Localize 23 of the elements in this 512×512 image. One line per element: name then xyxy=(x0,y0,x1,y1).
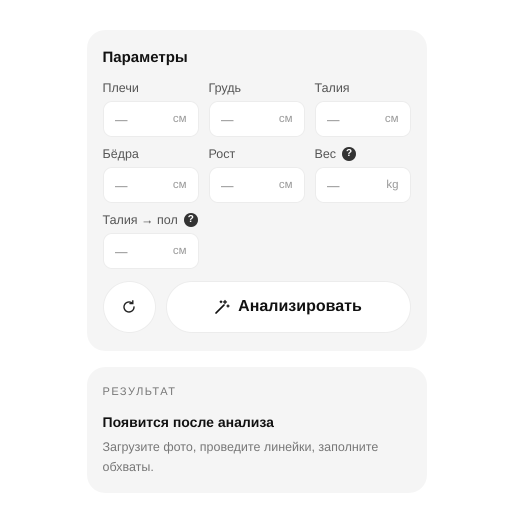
unit-label: см xyxy=(384,112,398,126)
field-label: Талия → пол xyxy=(102,212,178,226)
analyze-button[interactable]: Анализировать xyxy=(166,281,410,333)
field-label: Бёдра xyxy=(102,146,139,160)
help-icon[interactable]: ? xyxy=(184,212,198,226)
unit-label: см xyxy=(278,178,292,192)
section-title: Параметры xyxy=(102,48,189,68)
result-title: Появится после анализа xyxy=(102,413,275,431)
magic-wand-icon xyxy=(214,299,230,315)
unit-label: kg xyxy=(386,178,398,192)
refresh-icon xyxy=(121,299,137,315)
field-label: Вес xyxy=(314,146,336,160)
field-label: Грудь xyxy=(208,80,242,94)
field-label: Талия xyxy=(314,80,350,94)
unit-label: см xyxy=(172,112,186,126)
unit-label: см xyxy=(172,244,186,258)
unit-label: см xyxy=(278,112,292,126)
field-label: Плечи xyxy=(102,80,139,94)
field-label: Рост xyxy=(208,146,236,160)
help-icon[interactable]: ? xyxy=(342,146,356,160)
result-description: Загрузите фото, проведите линейки, заполните обхваты. xyxy=(102,439,380,476)
section-heading: РЕЗУЛЬТАТ xyxy=(102,385,178,399)
unit-label: см xyxy=(172,178,186,192)
